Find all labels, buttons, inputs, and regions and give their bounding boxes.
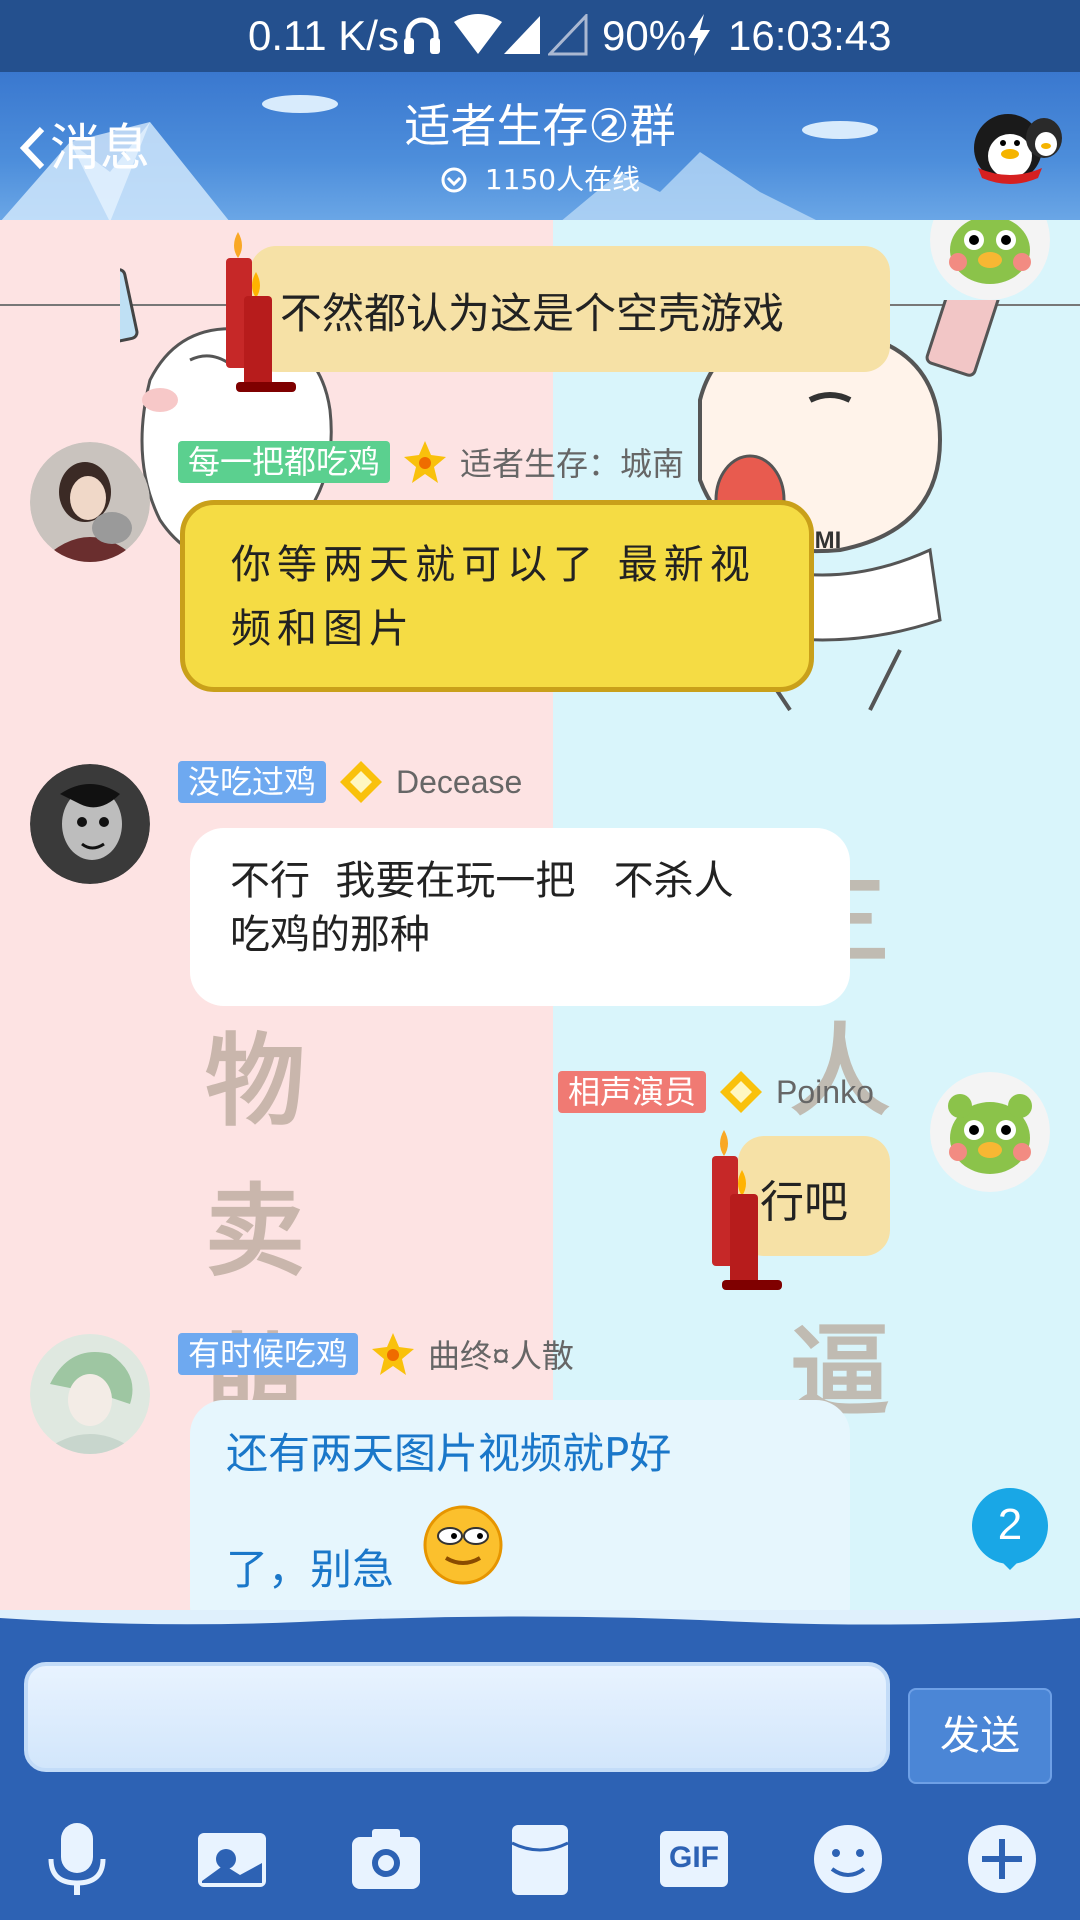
message-bubble[interactable]: 不然都认为这是个空壳游戏 [250, 246, 890, 372]
gif-label: GIF [669, 1841, 719, 1874]
send-button[interactable]: 发送 [908, 1688, 1052, 1784]
sender-avatar[interactable] [30, 442, 150, 562]
red-packet-icon[interactable] [500, 1819, 580, 1899]
unread-count-badge[interactable]: 2 [968, 1486, 1052, 1570]
message-bubble[interactable]: 不行 我要在玩一把 不杀人 吃鸡的那种 [190, 828, 850, 1006]
message-text-line: 吃鸡的那种 [230, 912, 430, 958]
signal-empty-icon [548, 14, 588, 56]
sender-avatar[interactable] [30, 764, 150, 884]
sender-meta: 没吃过鸡 Decease [178, 760, 522, 804]
message-text-line: 还有两天图片视频就P好 [226, 1429, 672, 1478]
grin-emoji-icon [423, 1505, 503, 1585]
user-avatar[interactable] [930, 1072, 1050, 1192]
message-text-line: 不行 我要在玩一把 不杀人 [230, 858, 734, 904]
sender-name[interactable]: 适者生存：城南 [460, 439, 684, 485]
unread-count: 2 [997, 1500, 1023, 1549]
headphones-icon [404, 17, 440, 54]
background-character: 卖 [205, 1172, 305, 1290]
gif-icon[interactable]: GIF [654, 1819, 734, 1899]
camera-icon[interactable] [346, 1819, 426, 1899]
member-title-badge: 相声演员 [558, 1071, 707, 1113]
message-text: 不然都认为这是个空壳游戏 [280, 289, 785, 338]
network-speed: 0.11 K/s [248, 12, 399, 59]
chat-area[interactable]: 物 卖 萌 三 人 逼 RAMI 不然都认为这是个空壳游戏 [0, 220, 1080, 1610]
sender-meta: 每一把都吃鸡 适者生存：城南 [178, 440, 684, 484]
member-title-badge: 有时候吃鸡 [178, 1333, 359, 1375]
chevron-down-circle-icon [441, 167, 467, 193]
message-bubble[interactable]: 还有两天图片视频就P好 了，别急 [190, 1400, 850, 1610]
sender-meta: 有时候吃鸡 曲终¤人散 [178, 1332, 574, 1376]
online-count-label: 1150人在线 [484, 163, 641, 196]
online-count: 1150人在线 [0, 160, 1080, 200]
chat-header: 消息 适者生存②群 1150人在线 [0, 72, 1080, 220]
sender-name[interactable]: Poinko [776, 1074, 874, 1111]
plus-icon[interactable] [962, 1819, 1042, 1899]
sender-meta: 相声演员 Poinko [558, 1070, 874, 1114]
member-title-badge: 没吃过鸡 [178, 761, 327, 803]
star-badge-icon [372, 1333, 415, 1375]
penguin-avatar-icon[interactable] [968, 102, 1064, 192]
message-text-line: 了，别急 [226, 1545, 395, 1594]
sender-avatar[interactable] [30, 1334, 150, 1454]
background-character: 物 [205, 1022, 305, 1140]
sender-name[interactable]: Decease [396, 764, 522, 801]
member-title-badge: 每一把都吃鸡 [178, 441, 391, 483]
emoji-icon[interactable] [808, 1819, 888, 1899]
photo-icon[interactable] [192, 1819, 272, 1899]
candle-icon [712, 1130, 782, 1290]
message-bubble[interactable]: 你等两天就可以了 最新视频和图片 [180, 500, 814, 692]
snow-edge-decoration [0, 1610, 1080, 1625]
page-title[interactable]: 适者生存②群 [0, 96, 1080, 156]
composer: 发送 [0, 1610, 1080, 1795]
message-text: 你等两天就可以了 最新视频和图片 [231, 542, 756, 652]
user-avatar[interactable] [930, 220, 1050, 300]
wifi-icon [454, 14, 502, 54]
message-input[interactable] [24, 1662, 890, 1772]
microphone-icon[interactable] [37, 1819, 117, 1899]
input-toolbar: GIF [0, 1795, 1080, 1920]
clock: 16:03:43 [728, 12, 892, 59]
candle-icon [226, 232, 296, 392]
status-bar: 0.11 K/s 90% 16:03:43 [0, 0, 1080, 72]
signal-icon [504, 16, 540, 54]
star-badge-icon [404, 441, 447, 483]
charging-icon [688, 14, 710, 56]
diamond-badge-icon [340, 761, 383, 803]
battery-level: 90% [602, 12, 687, 59]
diamond-badge-icon [720, 1071, 763, 1113]
sender-name[interactable]: 曲终¤人散 [428, 1331, 574, 1377]
